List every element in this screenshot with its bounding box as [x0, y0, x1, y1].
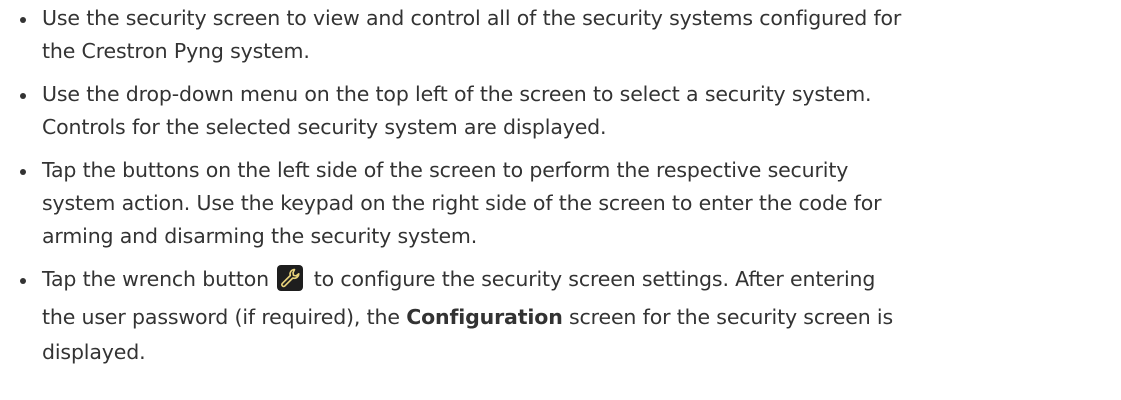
list-item-text: Controls for the selected security syste…	[42, 115, 607, 139]
bullet-dot	[20, 17, 26, 23]
list-item-text: Tap the buttons on the left side of the …	[42, 158, 849, 182]
configuration-term: Configuration	[406, 305, 563, 329]
list-item-text: the user password (if required), the	[42, 305, 400, 329]
list-item-text: arming and disarming the security system…	[42, 224, 478, 248]
list-item-line: the user password (if required), the Con…	[42, 298, 1101, 336]
list-item: Tap the buttons on the left side of the …	[16, 154, 1101, 253]
bullet-dot	[20, 278, 26, 284]
list-item-text: Tap the wrench button	[42, 267, 269, 291]
list-item-text: to configure the security screen setting…	[313, 267, 876, 291]
document-body: Use the security screen to view and cont…	[0, 0, 1121, 400]
list-item-text: the Crestron Pyng system.	[42, 39, 310, 63]
bullet-dot	[20, 169, 26, 175]
bullet-list: Use the security screen to view and cont…	[16, 2, 1101, 369]
wrench-icon	[277, 265, 304, 291]
bullet-dot	[20, 93, 26, 99]
list-item-text: screen for the security screen is	[569, 305, 893, 329]
list-item-line: Tap the wrench button to configure the s…	[42, 263, 1101, 296]
list-item: Use the drop-down menu on the top left o…	[16, 78, 1101, 144]
list-item-text: Use the security screen to view and cont…	[42, 6, 902, 30]
list-item: Use the security screen to view and cont…	[16, 2, 1101, 68]
list-item-text: Use the drop-down menu on the top left o…	[42, 82, 872, 106]
list-item-text: system action. Use the keypad on the rig…	[42, 191, 882, 215]
list-item: Tap the wrench button to configure the s…	[16, 263, 1101, 369]
list-item-text: displayed.	[42, 340, 146, 364]
